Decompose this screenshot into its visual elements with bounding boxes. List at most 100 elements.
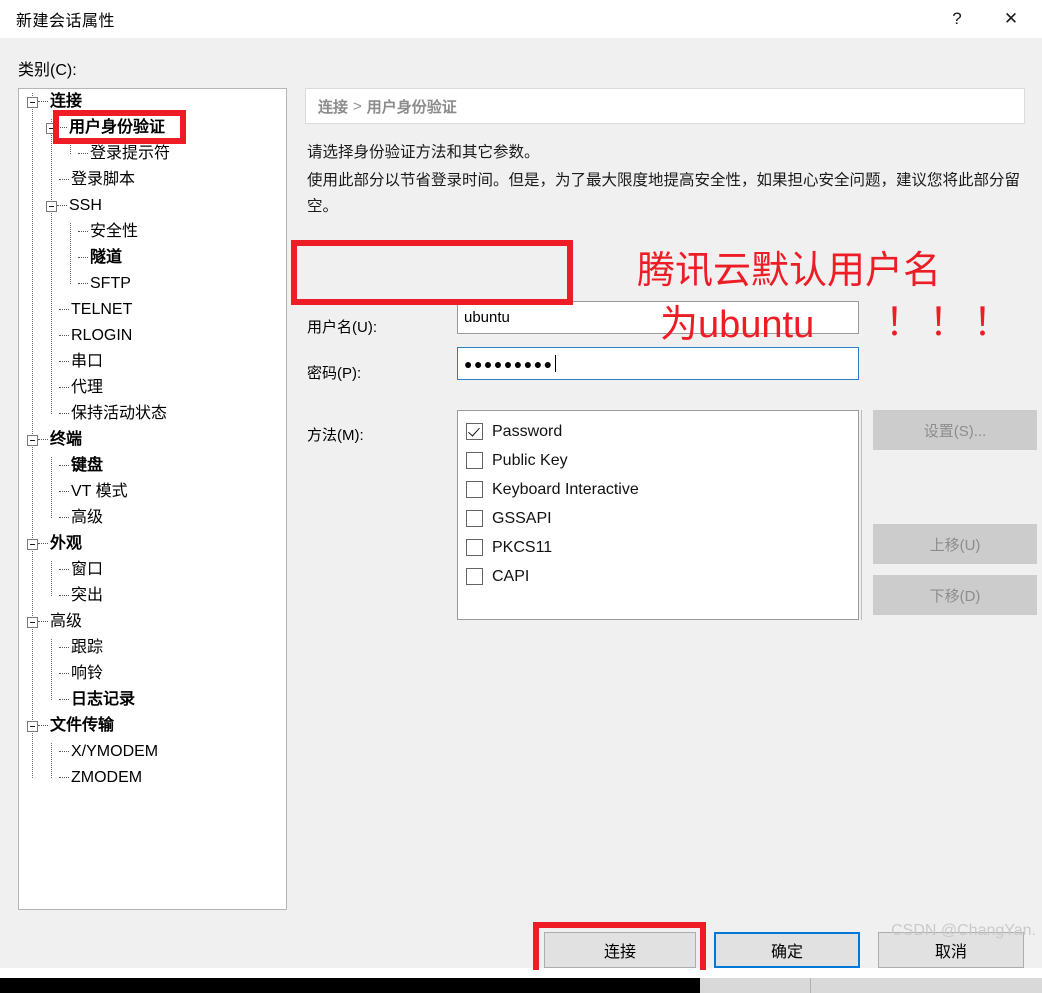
tree-item-12[interactable]: 保持活动状态 bbox=[19, 401, 286, 427]
breadcrumb-root: 连接 bbox=[318, 98, 349, 116]
checkbox-icon[interactable] bbox=[466, 481, 483, 498]
checkbox-icon[interactable] bbox=[466, 510, 483, 527]
tree-item-label: 窗口 bbox=[71, 561, 104, 578]
methods-list-divider bbox=[861, 410, 862, 620]
tree-item-10[interactable]: 串口 bbox=[19, 349, 286, 375]
method-row-4[interactable]: PKCS11 bbox=[466, 533, 858, 562]
checkbox-icon[interactable] bbox=[466, 423, 483, 440]
method-label: GSSAPI bbox=[492, 509, 552, 527]
tree-collapse-icon[interactable] bbox=[27, 720, 38, 732]
tree-collapse-icon[interactable] bbox=[46, 122, 57, 134]
tree-collapse-icon[interactable] bbox=[27, 538, 38, 550]
tree-item-4[interactable]: SSH bbox=[19, 193, 286, 219]
tree-collapse-icon[interactable] bbox=[27, 434, 38, 446]
description-line-2: 使用此部分以节省登录时间。但是，为了最大限度地提高安全性，如果担心安全问题，建议… bbox=[307, 172, 1021, 215]
tree-item-9[interactable]: RLOGIN bbox=[19, 323, 286, 349]
tree-item-1[interactable]: 用户身份验证 bbox=[19, 115, 286, 141]
annotation-note-line-3: ！！！ bbox=[885, 302, 1018, 344]
tree-collapse-icon[interactable] bbox=[46, 200, 57, 212]
tree-item-label: 高级 bbox=[71, 509, 104, 526]
tree-connector bbox=[38, 439, 48, 441]
tree-item-label: 终端 bbox=[50, 431, 83, 448]
tree-connector bbox=[59, 491, 69, 493]
tree-item-6[interactable]: 隧道 bbox=[19, 245, 286, 271]
tree-connector bbox=[59, 179, 69, 181]
ok-button[interactable]: 确定 bbox=[714, 932, 860, 968]
tree-item-label: 跟踪 bbox=[71, 639, 104, 656]
tree-item-label: 文件传输 bbox=[50, 717, 115, 734]
tree-collapse-icon[interactable] bbox=[27, 616, 38, 628]
tree-item-5[interactable]: 安全性 bbox=[19, 219, 286, 245]
move-down-button[interactable]: 下移(D) bbox=[873, 575, 1037, 615]
dialog-body: 类别(C): 连接 用户身份验证 登录提示符 登录脚本 SSH 安全性 隧道 SFTP TELN… bbox=[0, 38, 1042, 968]
method-label: CAPI bbox=[492, 567, 530, 585]
annotation-note-line-2: 为ubuntu bbox=[660, 304, 815, 346]
tree-item-label: 日志记录 bbox=[71, 691, 136, 708]
tree-item-23[interactable]: 日志记录 bbox=[19, 687, 286, 713]
checkbox-icon[interactable] bbox=[466, 539, 483, 556]
tree-item-label: 键盘 bbox=[71, 457, 104, 474]
tree-item-label: 登录脚本 bbox=[71, 171, 136, 188]
checkbox-icon[interactable] bbox=[466, 568, 483, 585]
tree-item-label: 保持活动状态 bbox=[71, 405, 168, 422]
tree-collapse-icon[interactable] bbox=[27, 96, 38, 108]
tree-item-3[interactable]: 登录脚本 bbox=[19, 167, 286, 193]
tree-item-25[interactable]: X/YMODEM bbox=[19, 739, 286, 765]
checkbox-icon[interactable] bbox=[466, 452, 483, 469]
breadcrumb-separator: > bbox=[353, 97, 362, 115]
close-icon[interactable]: ✕ bbox=[980, 0, 1042, 38]
tree-item-2[interactable]: 登录提示符 bbox=[19, 141, 286, 167]
tree-item-label: 隧道 bbox=[90, 249, 123, 266]
tree-connector bbox=[38, 621, 48, 623]
tree-item-21[interactable]: 跟踪 bbox=[19, 635, 286, 661]
method-row-2[interactable]: Keyboard Interactive bbox=[466, 475, 858, 504]
tree-connector bbox=[59, 647, 69, 649]
tree-item-22[interactable]: 响铃 bbox=[19, 661, 286, 687]
tree-item-14[interactable]: 键盘 bbox=[19, 453, 286, 479]
tree-item-20[interactable]: 高级 bbox=[19, 609, 286, 635]
tree-item-label: 突出 bbox=[71, 587, 104, 604]
tree-item-8[interactable]: TELNET bbox=[19, 297, 286, 323]
tree-connector bbox=[78, 257, 88, 259]
move-up-button[interactable]: 上移(U) bbox=[873, 524, 1037, 564]
breadcrumb-current: 用户身份验证 bbox=[366, 98, 457, 116]
method-row-1[interactable]: Public Key bbox=[466, 446, 858, 475]
tree-item-11[interactable]: 代理 bbox=[19, 375, 286, 401]
method-label: PKCS11 bbox=[492, 538, 553, 556]
method-row-0[interactable]: Password bbox=[466, 417, 858, 446]
tree-item-15[interactable]: VT 模式 bbox=[19, 479, 286, 505]
tree-item-label: TELNET bbox=[71, 301, 133, 318]
password-label: 密码(P): bbox=[307, 365, 362, 382]
tree-item-label: 登录提示符 bbox=[90, 145, 171, 162]
tree-item-7[interactable]: SFTP bbox=[19, 271, 286, 297]
watermark: CSDN @ChangYan. bbox=[891, 922, 1036, 939]
tree-item-19[interactable]: 突出 bbox=[19, 583, 286, 609]
tree-connector bbox=[38, 101, 48, 103]
taskbar-sliver bbox=[0, 970, 1042, 993]
methods-list[interactable]: Password Public Key Keyboard Interactive GS… bbox=[457, 410, 859, 620]
tree-connector bbox=[59, 517, 69, 519]
password-input[interactable]: ●●●●●●●●● bbox=[457, 347, 859, 380]
method-row-3[interactable]: GSSAPI bbox=[466, 504, 858, 533]
tree-connector bbox=[59, 413, 69, 415]
methods-list-items: Password Public Key Keyboard Interactive GS… bbox=[466, 417, 858, 591]
properties-button[interactable]: 设置(S)... bbox=[873, 410, 1037, 450]
method-row-5[interactable]: CAPI bbox=[466, 562, 858, 591]
help-icon[interactable]: ? bbox=[934, 0, 980, 38]
tree-item-label: 安全性 bbox=[90, 223, 139, 240]
category-tree-list: 连接 用户身份验证登录提示符登录脚本 SSH 安全性隧道 SFTP TELNET RLOGI… bbox=[19, 89, 286, 791]
tree-connector bbox=[59, 387, 69, 389]
category-tree[interactable]: 连接 用户身份验证登录提示符登录脚本 SSH 安全性隧道 SFTP TELNET RLOGI… bbox=[18, 88, 287, 910]
tree-item-13[interactable]: 终端 bbox=[19, 427, 286, 453]
tree-item-24[interactable]: 文件传输 bbox=[19, 713, 286, 739]
tree-item-16[interactable]: 高级 bbox=[19, 505, 286, 531]
tree-connector bbox=[59, 309, 69, 311]
connect-button[interactable]: 连接 bbox=[544, 932, 696, 968]
category-label: 类别(C): bbox=[18, 62, 77, 79]
tree-item-18[interactable]: 窗口 bbox=[19, 557, 286, 583]
tree-connector bbox=[59, 361, 69, 363]
tree-item-0[interactable]: 连接 bbox=[19, 89, 286, 115]
tree-connector bbox=[78, 283, 88, 285]
tree-item-17[interactable]: 外观 bbox=[19, 531, 286, 557]
tree-item-26[interactable]: ZMODEM bbox=[19, 765, 286, 791]
